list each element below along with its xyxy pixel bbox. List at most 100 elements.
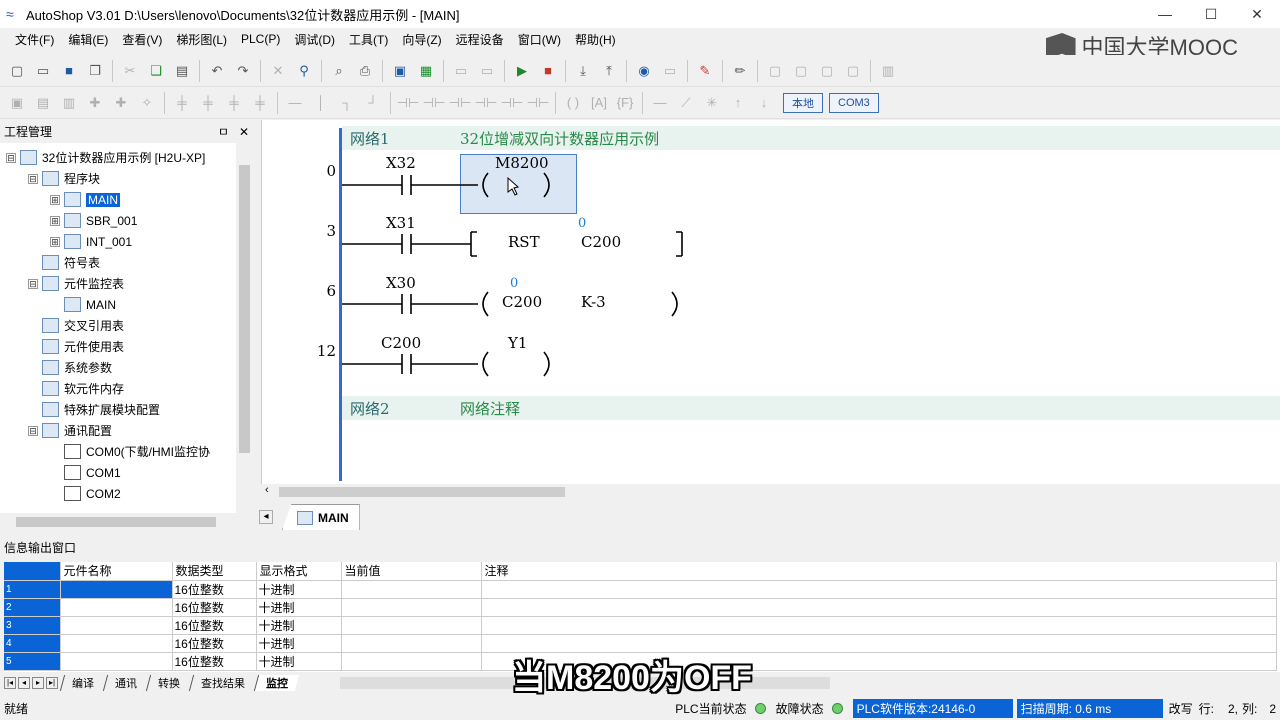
cell-value[interactable] [341,616,482,635]
tree-node[interactable]: MAIN [50,294,116,315]
expand-icon[interactable]: ⊞ [50,215,60,226]
tree-node[interactable]: ⊞ MAIN [50,189,120,210]
invert-cross-icon[interactable]: ✳ [701,92,723,114]
project-window-icon[interactable]: ▣ [389,60,411,82]
tab-last-icon[interactable]: ▸| [46,677,58,689]
table-row[interactable]: 1 16位整数 十进制 [4,580,1277,599]
cell-comment[interactable] [481,616,1277,635]
cell-format[interactable]: 十进制 [256,598,342,617]
cell-comment[interactable] [481,580,1277,599]
tree-node[interactable]: COM0(下载/HMI监控协 [50,441,210,462]
network-2-header[interactable]: 网络2 网络注释 [342,396,1280,420]
tree-node[interactable]: 系统参数 [28,357,112,378]
expand-icon[interactable]: ⊞ [50,236,60,247]
rung-6-contact[interactable]: X30 [386,274,416,292]
func-block-icon[interactable]: {F} [614,92,636,114]
rung-6-coil[interactable]: C200 [502,293,542,311]
column-header-type[interactable]: 数据类型 [172,562,257,581]
cut-icon[interactable]: ✂ [119,60,141,82]
hline-icon[interactable]: — [284,92,306,114]
info-window-icon[interactable]: ▦ [415,60,437,82]
column-header-comment[interactable]: 注释 [481,562,1277,581]
branch-icon[interactable]: ╪ [249,92,271,114]
vline-icon[interactable]: │ [310,92,332,114]
rung-12-contact[interactable]: C200 [381,334,421,352]
pin-icon[interactable]: ㅁ [218,125,229,139]
cell-type[interactable]: 16位整数 [172,634,257,653]
delete-icon[interactable]: ✕ [267,60,289,82]
menu-edit[interactable]: 编辑(E) [61,31,115,48]
menu-window[interactable]: 窗口(W) [511,31,568,48]
cell-type[interactable]: 16位整数 [172,616,257,635]
row-number[interactable]: 4 [4,634,61,653]
com-port-button[interactable]: COM3 [829,92,879,113]
tab-next-icon[interactable]: ▸ [32,677,44,689]
tab-prev-icon[interactable]: ◂ [18,677,30,689]
menu-plc[interactable]: PLC(P) [234,32,287,46]
cell-format[interactable]: 十进制 [256,580,342,599]
monitor-edit-icon[interactable]: ▭ [659,60,681,82]
set-value-icon[interactable]: ✎ [694,60,716,82]
ladder-editor[interactable]: 网络1 32位增减双向计数器应用示例 0 X32 M8200 3 X31 0 R… [261,120,1280,484]
menu-ladder[interactable]: 梯形图(L) [169,31,234,48]
func-icon[interactable]: [A] [588,92,610,114]
scroll-thumb[interactable] [16,517,216,527]
tree-node[interactable]: 交叉引用表 [28,315,124,336]
tree-node[interactable]: ⊞ SBR_001 [50,210,137,231]
row-number[interactable]: 5 [4,652,61,671]
row-number[interactable]: 1 [4,580,61,599]
no-contact-icon[interactable]: ⊣⊢ [397,92,420,114]
scroll-thumb[interactable] [239,165,250,453]
row-number[interactable]: 2 [4,598,61,617]
rung-0-contact[interactable]: X32 [386,154,416,172]
redo-icon[interactable]: ↷ [232,60,254,82]
arrow-down-icon[interactable]: ↓ [753,92,775,114]
cell-value[interactable] [341,652,482,671]
rung-3-contact[interactable]: X31 [386,214,416,232]
tree-node[interactable]: ⊟ 通讯配置 [28,420,112,441]
monitor-icon[interactable]: ◉ [633,60,655,82]
table-row[interactable]: 3 16位整数 十进制 [4,616,1277,635]
tree-node[interactable]: COM1 [50,462,121,483]
rising-edge-icon[interactable]: ⊣⊢ [501,92,524,114]
sfc-mode-icon[interactable]: ▥ [58,92,80,114]
cell-type[interactable]: 16位整数 [172,652,257,671]
cell-format[interactable]: 十进制 [256,634,342,653]
tree-node[interactable]: ⊞ INT_001 [50,231,132,252]
tree-node[interactable]: 软元件内存 [28,378,124,399]
open-folder-icon[interactable]: ▭ [32,60,54,82]
column-header-value[interactable]: 当前值 [341,562,482,581]
cell-comment[interactable] [481,598,1277,617]
parallel-nc-icon[interactable]: ⊣⊢ [475,92,498,114]
collapse-icon[interactable]: ⊟ [28,425,38,436]
tree-node[interactable]: ⊟ 32位计数器应用示例 [H2U-XP] [6,147,205,168]
tab-main[interactable]: MAIN [282,504,360,530]
tab-monitor[interactable]: 监控 [253,675,300,691]
compile-icon[interactable]: ▭ [450,60,472,82]
menu-file[interactable]: 文件(F) [8,31,61,48]
print-icon[interactable]: ⎙ [354,60,376,82]
tree-vertical-scrollbar[interactable] [236,143,253,513]
rung-3-operand[interactable]: C200 [581,233,621,251]
invert-icon[interactable]: ⟋ [675,92,697,114]
cell-type[interactable]: 16位整数 [172,598,257,617]
table-row[interactable]: 2 16位整数 十进制 [4,598,1277,617]
rung-0-coil[interactable]: M8200 [495,154,549,172]
tab-first-icon[interactable]: |◂ [4,677,16,689]
close-button[interactable]: ✕ [1234,0,1280,28]
cell-value[interactable] [341,634,482,653]
edit-pencil-icon[interactable]: ✏ [729,60,751,82]
copy-icon[interactable]: ❏ [145,60,167,82]
upload-icon[interactable]: ⤒ [598,60,620,82]
collapse-icon[interactable]: ⊟ [6,152,16,163]
print-preview-icon[interactable]: ⌕ [328,60,350,82]
cell-format[interactable]: 十进制 [256,652,342,671]
menu-remote-device[interactable]: 远程设备 [449,31,511,48]
il-mode-icon[interactable]: ▤ [32,92,54,114]
expand-icon[interactable]: ⊞ [50,194,60,205]
insert-down-icon[interactable]: ✚ [110,92,132,114]
parallel-no-icon[interactable]: ⊣⊢ [449,92,472,114]
save-all-icon[interactable]: ❐ [84,60,106,82]
scroll-thumb[interactable] [279,487,565,497]
rung-12-coil[interactable]: Y1 [508,334,527,352]
